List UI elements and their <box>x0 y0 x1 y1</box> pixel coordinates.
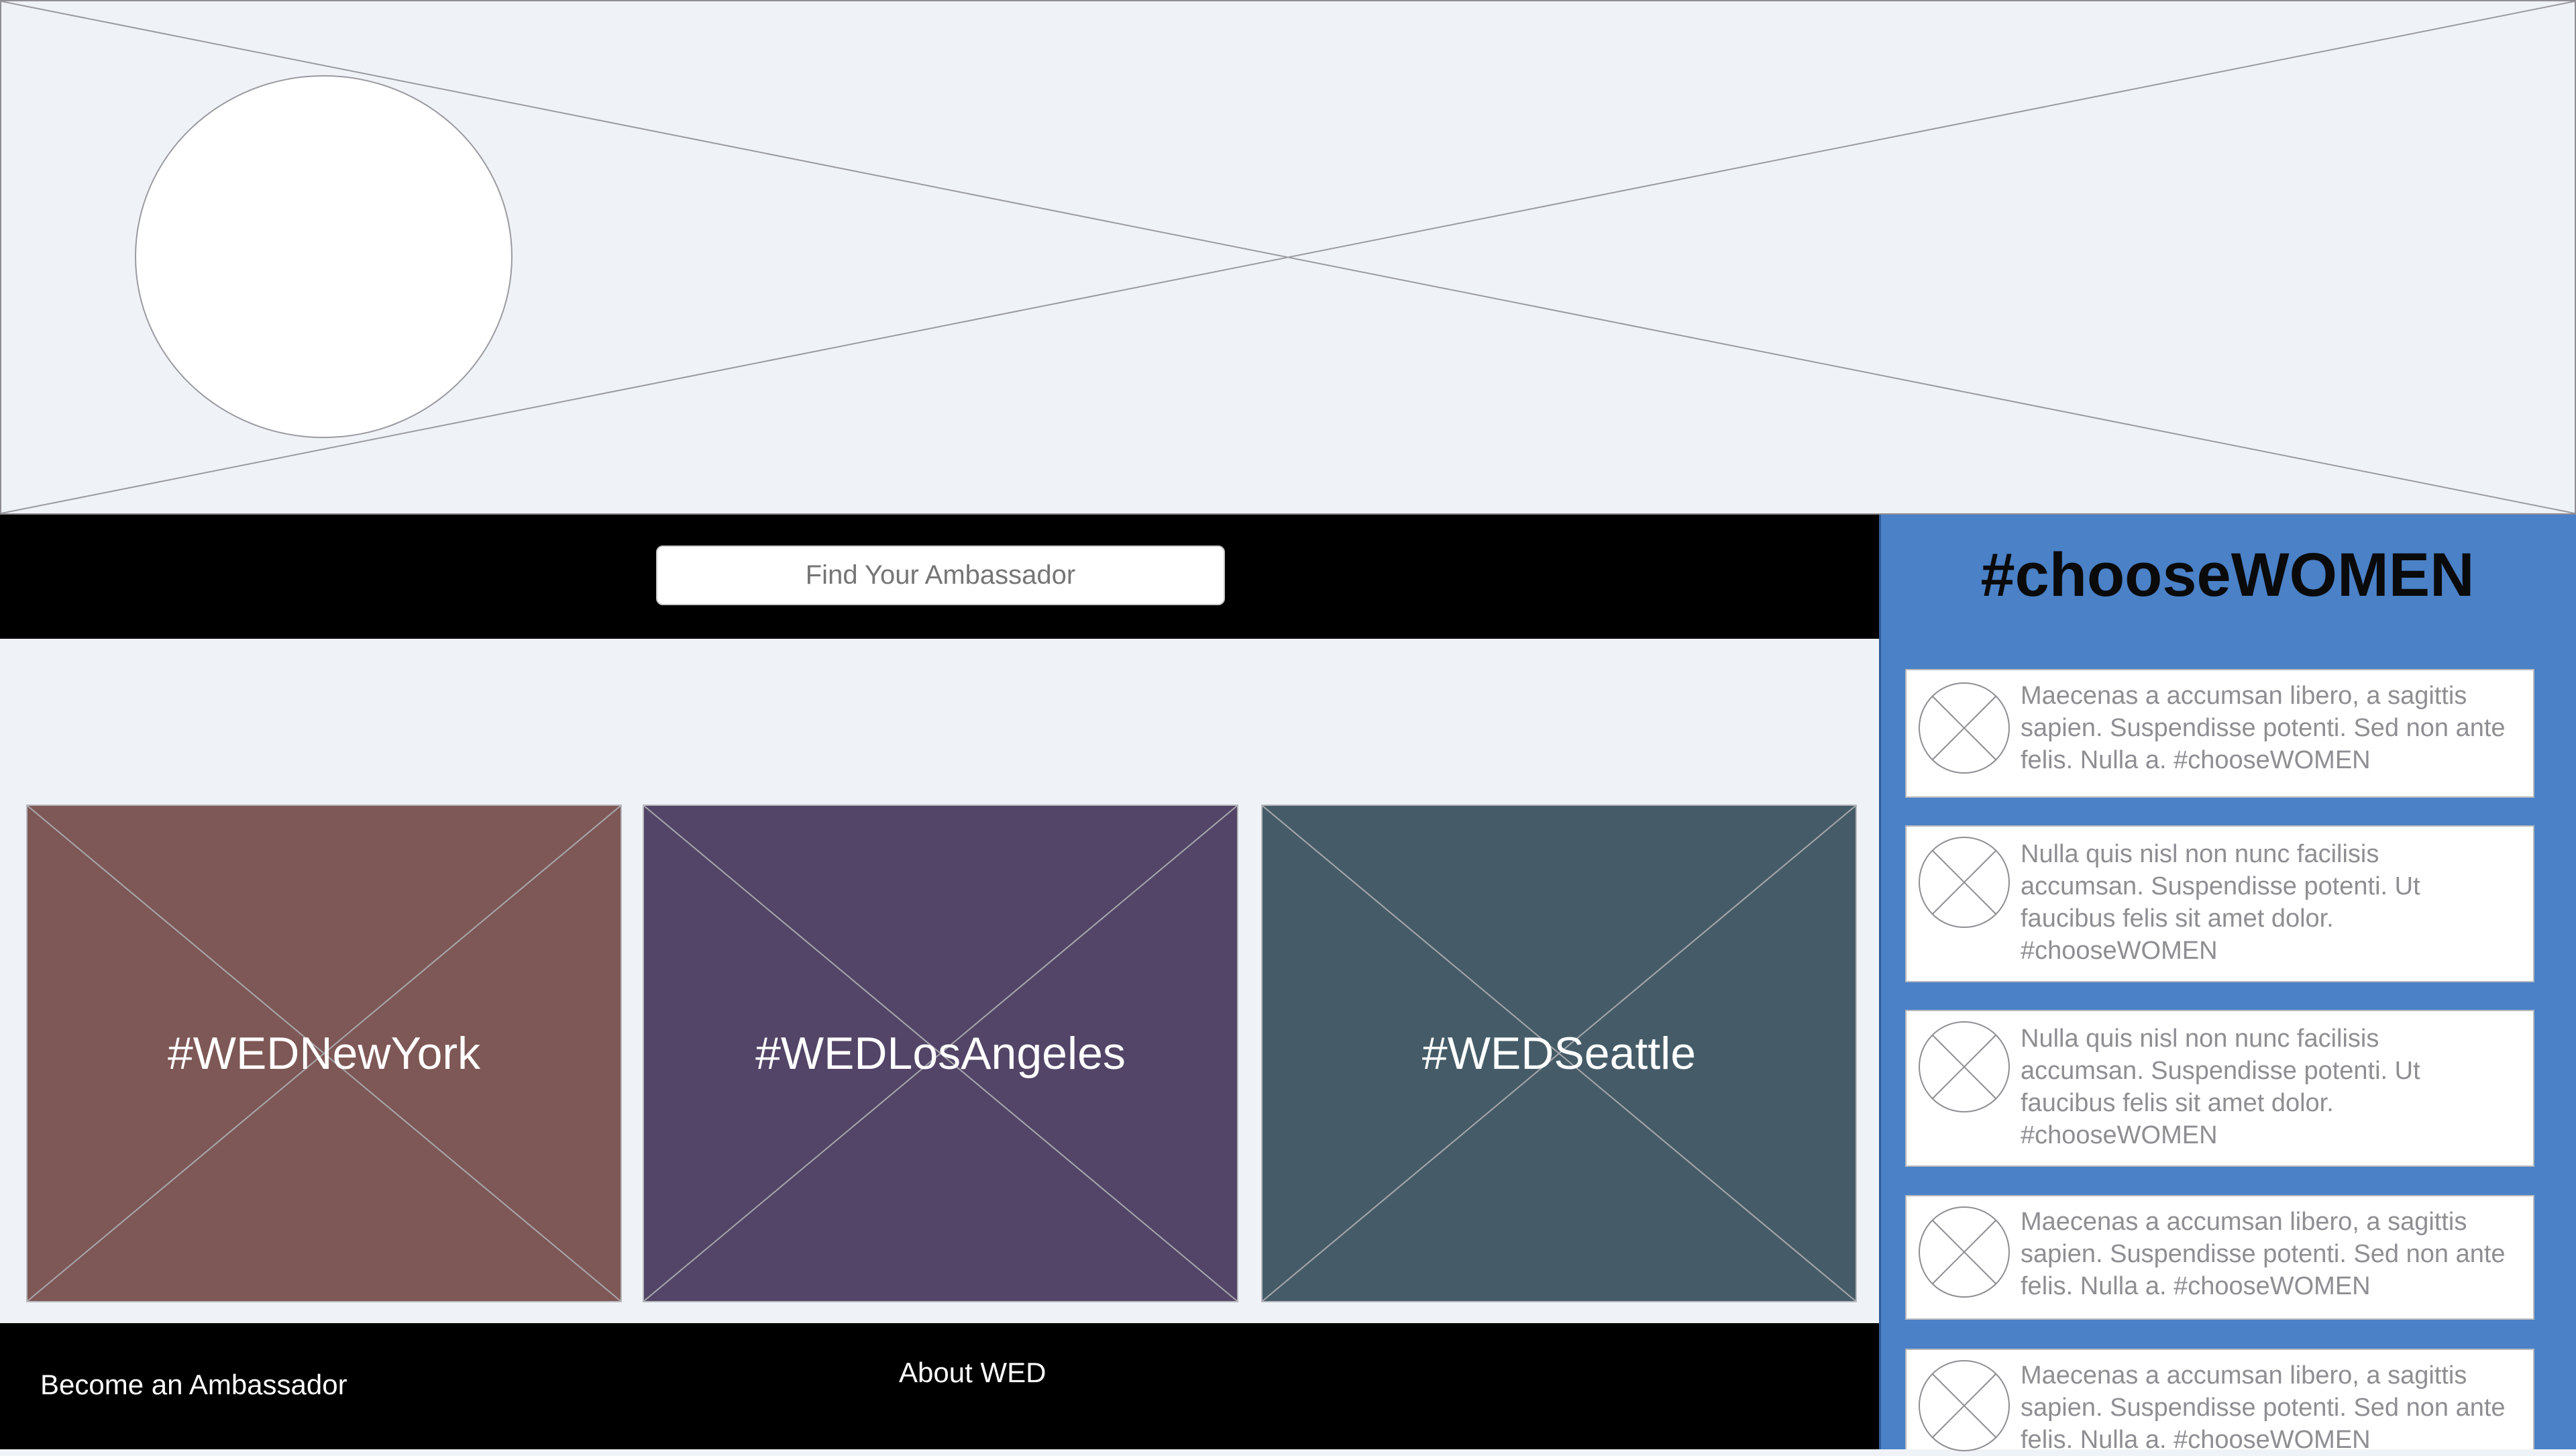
card-wed-new-york[interactable]: #WEDNewYork <box>26 804 622 1302</box>
avatar-placeholder-icon <box>1919 682 2010 774</box>
feed-item-text: Nulla quis nisl non nunc facilisis accum… <box>2021 1025 2420 1149</box>
feed-item-text: Nulla quis nisl non nunc facilisis accum… <box>2021 840 2420 965</box>
avatar-placeholder-icon <box>1919 1021 2010 1112</box>
about-wed-link[interactable]: About WED <box>899 1357 1046 1389</box>
feed-item[interactable]: Maecenas a accumsan libero, a sagittis s… <box>1905 669 2534 798</box>
become-ambassador-link[interactable]: Become an Ambassador <box>40 1369 347 1401</box>
find-ambassador-search-input[interactable] <box>656 545 1225 605</box>
profile-avatar-placeholder <box>135 75 513 438</box>
card-label: #WEDNewYork <box>167 1028 481 1079</box>
avatar-placeholder-icon <box>1919 1360 2010 1451</box>
feed-item-text: Maecenas a accumsan libero, a sagittis s… <box>2021 1208 2506 1300</box>
avatar-placeholder-icon <box>1919 1206 2010 1298</box>
feed-item-text: Maecenas a accumsan libero, a sagittis s… <box>2021 682 2506 774</box>
feed-item[interactable]: Maecenas a accumsan libero, a sagittis s… <box>1905 1349 2534 1454</box>
card-wed-seattle[interactable]: #WEDSeattle <box>1261 804 1857 1302</box>
feed-item[interactable]: Nulla quis nisl non nunc facilisis accum… <box>1905 1010 2534 1167</box>
avatar-placeholder-icon <box>1919 837 2010 928</box>
feed-item[interactable]: Nulla quis nisl non nunc facilisis accum… <box>1905 825 2534 982</box>
sidebar-title: #chooseWOMEN <box>1980 541 2475 609</box>
card-label: #WEDLosAngeles <box>755 1028 1126 1079</box>
card-label: #WEDSeattle <box>1421 1028 1697 1079</box>
card-wed-los-angeles[interactable]: #WEDLosAngeles <box>643 804 1238 1302</box>
feed-item[interactable]: Maecenas a accumsan libero, a sagittis s… <box>1905 1195 2534 1320</box>
feed-item-text: Maecenas a accumsan libero, a sagittis s… <box>2021 1361 2506 1454</box>
